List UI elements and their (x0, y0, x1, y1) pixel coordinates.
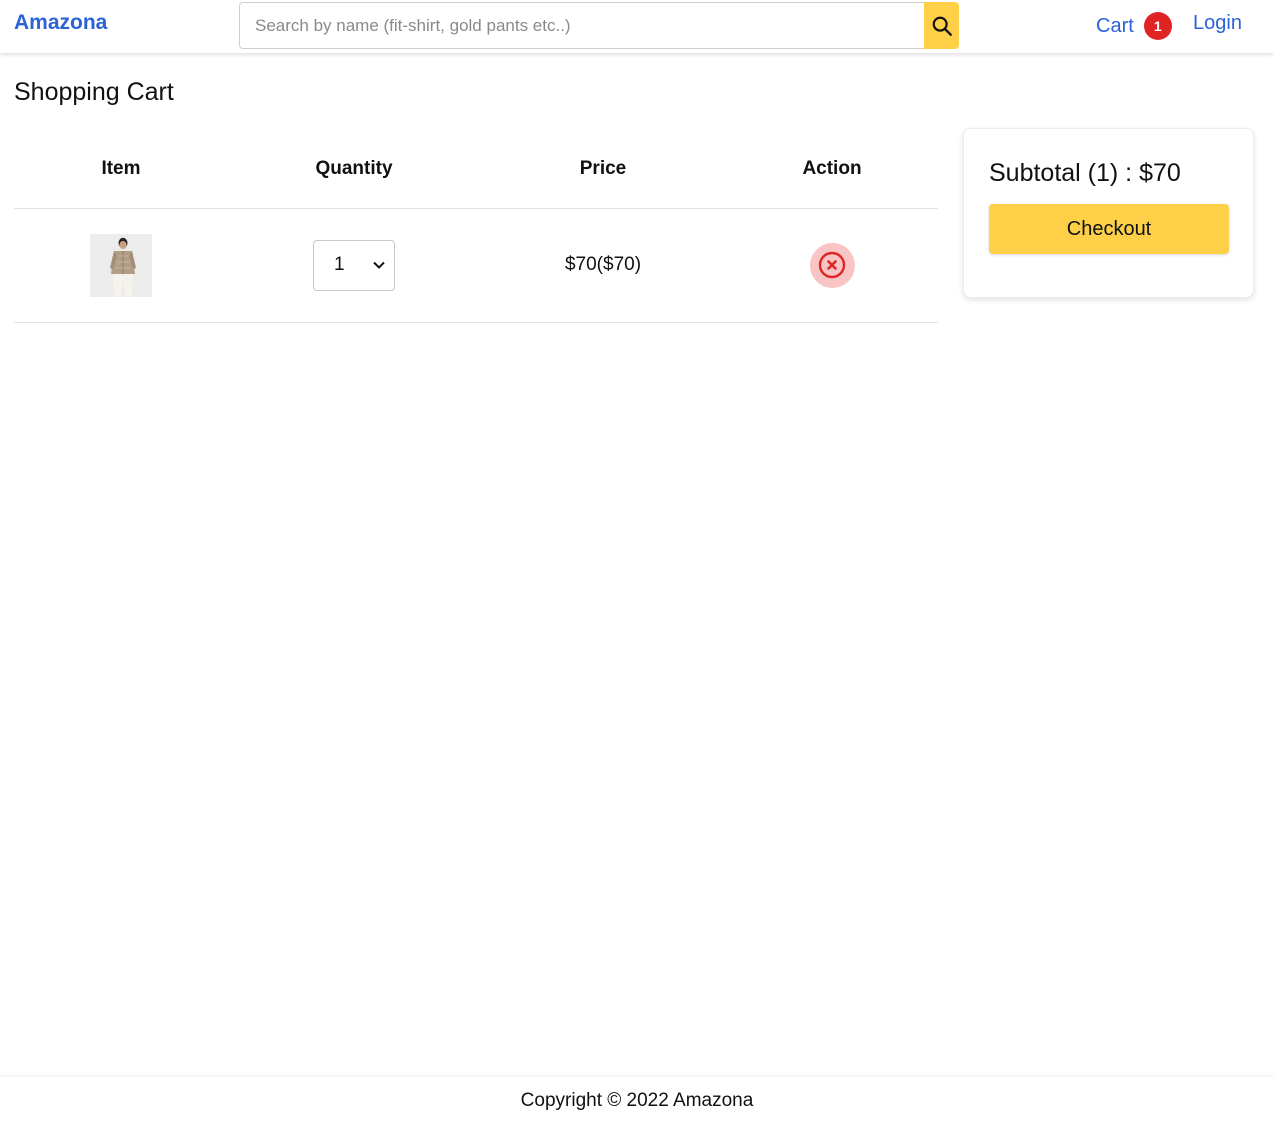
remove-circle-icon (818, 251, 846, 279)
checkout-button[interactable]: Checkout (989, 204, 1229, 254)
top-navbar: Amazona Cart 1 Login (0, 0, 1274, 53)
product-image[interactable] (90, 233, 152, 297)
subtotal-text: Subtotal (1) : $70 (989, 159, 1181, 187)
order-summary-card: Subtotal (1) : $70 Checkout (963, 128, 1254, 298)
search-input[interactable] (239, 2, 924, 49)
cart-count-badge: 1 (1143, 12, 1172, 40)
table-row: 1 $70($70) (14, 208, 938, 323)
item-cell (14, 208, 228, 323)
cart-table: Item Quantity Price Action 1 $70($70) (14, 130, 938, 323)
search-bar (239, 2, 959, 49)
action-cell (726, 208, 938, 323)
table-header-row: Item Quantity Price Action (14, 130, 938, 209)
search-button[interactable] (924, 2, 959, 49)
chevron-down-icon (373, 261, 385, 269)
cart-label: Cart (1096, 14, 1134, 37)
search-icon (932, 16, 952, 36)
quantity-cell: 1 (228, 208, 480, 323)
page-title: Shopping Cart (14, 78, 174, 106)
column-header-quantity: Quantity (228, 130, 480, 209)
cart-link[interactable]: Cart 1 (1096, 12, 1172, 40)
column-header-action: Action (726, 130, 938, 209)
footer: Copyright © 2022 Amazona (0, 1077, 1274, 1124)
column-header-item: Item (14, 130, 228, 209)
copyright-text: Copyright © 2022 Amazona (520, 1089, 754, 1111)
quantity-value: 1 (334, 254, 345, 275)
brand-logo-link[interactable]: Amazona (14, 11, 107, 35)
login-link[interactable]: Login (1193, 12, 1242, 35)
price-cell: $70($70) (480, 208, 726, 323)
product-photo-icon (90, 233, 152, 297)
column-header-price: Price (480, 130, 726, 209)
quantity-select[interactable]: 1 (313, 239, 395, 291)
remove-item-button[interactable] (809, 242, 855, 288)
